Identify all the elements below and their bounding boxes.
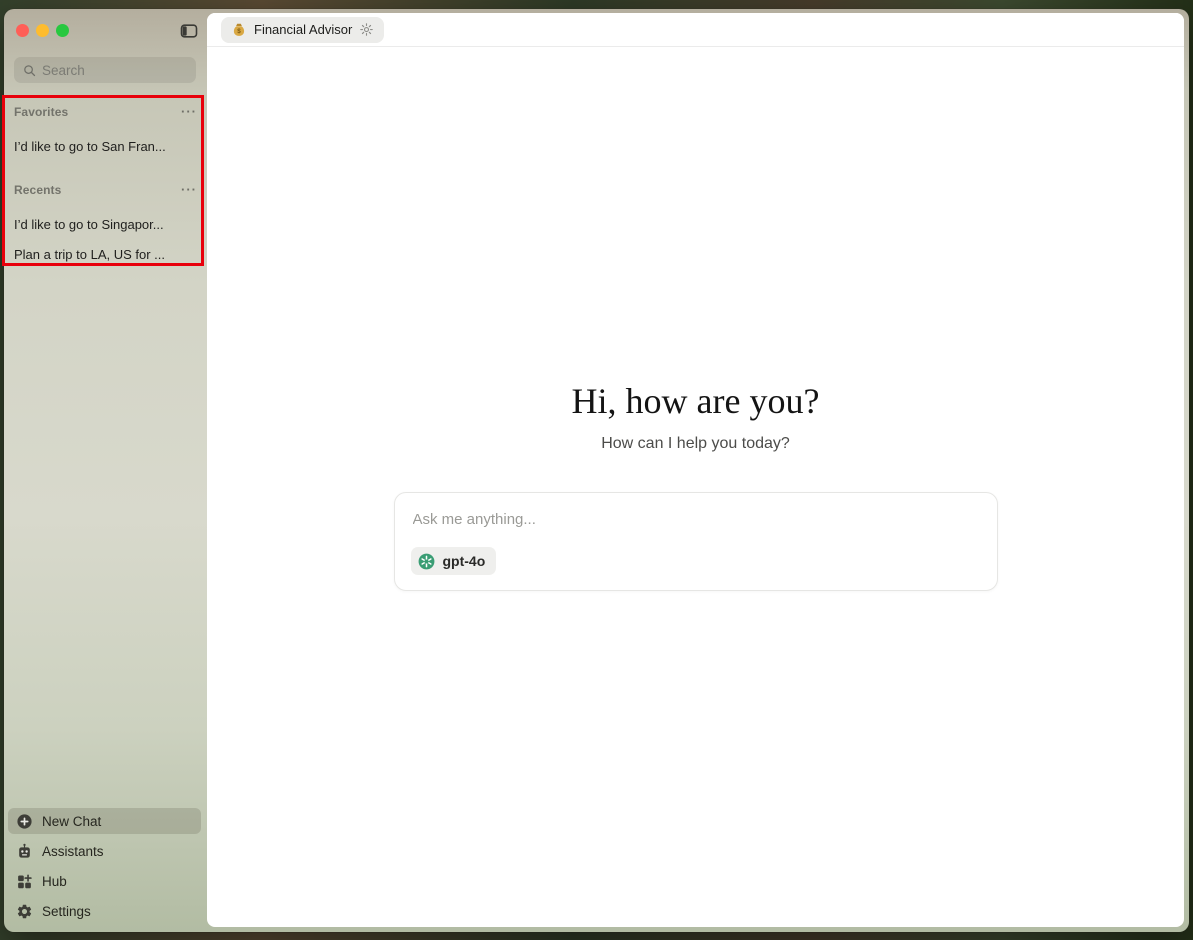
hub-button[interactable]: Hub	[8, 868, 201, 894]
money-bag-icon: $	[231, 22, 247, 38]
openai-icon	[417, 552, 436, 571]
conversation-item[interactable]: I’d like to go to San Fran...	[10, 135, 200, 157]
favorites-menu-button[interactable]: ···	[179, 105, 199, 119]
recents-section-header: Recents ···	[14, 182, 199, 198]
favorites-label: Favorites	[14, 105, 68, 119]
sidebar: Favorites ··· I’d like to go to San Fran…	[4, 9, 207, 932]
assistant-settings-button[interactable]	[359, 22, 374, 37]
sidebar-toggle-button[interactable]	[179, 21, 199, 41]
gear-icon	[16, 903, 33, 920]
favorites-section-header: Favorites ···	[14, 104, 199, 120]
hero-subtitle: How can I help you today?	[207, 435, 1184, 453]
close-button[interactable]	[16, 24, 29, 37]
model-label: gpt-4o	[443, 553, 486, 569]
desktop: { "window": { "controls": [ { "name": "c…	[0, 0, 1193, 940]
minimize-button[interactable]	[36, 24, 49, 37]
nav-label: Assistants	[42, 844, 104, 859]
zoom-button[interactable]	[56, 24, 69, 37]
robot-icon	[16, 843, 33, 860]
sidebar-toggle-icon	[179, 29, 199, 44]
search-field[interactable]	[14, 57, 196, 83]
message-composer: gpt-4o	[394, 492, 998, 591]
hero-title: Hi, how are you?	[207, 379, 1184, 423]
tab-financial-advisor[interactable]: $ Financial Advisor	[221, 17, 384, 43]
grid-plus-icon	[16, 873, 33, 890]
gear-icon	[359, 22, 374, 37]
settings-button[interactable]: Settings	[8, 898, 201, 924]
svg-text:$: $	[237, 27, 241, 34]
nav-label: New Chat	[42, 814, 101, 829]
window-controls	[16, 24, 69, 37]
welcome-hero: Hi, how are you? How can I help you toda…	[207, 379, 1184, 453]
search-input[interactable]	[42, 63, 188, 78]
app-window: Favorites ··· I’d like to go to San Fran…	[4, 9, 1189, 932]
recents-label: Recents	[14, 183, 61, 197]
nav-label: Settings	[42, 904, 91, 919]
recents-menu-button[interactable]: ···	[179, 183, 199, 197]
model-selector[interactable]: gpt-4o	[411, 547, 497, 575]
conversation-item[interactable]: I’d like to go to Singapor...	[10, 213, 200, 235]
assistants-button[interactable]: Assistants	[8, 838, 201, 864]
nav-label: Hub	[42, 874, 67, 889]
search-icon	[22, 63, 37, 78]
tab-bar: $ Financial Advisor	[207, 13, 1184, 47]
new-chat-button[interactable]: New Chat	[8, 808, 201, 834]
plus-circle-icon	[16, 813, 33, 830]
main-content: $ Financial Advisor	[207, 13, 1184, 927]
conversation-item[interactable]: Plan a trip to LA, US for ...	[10, 243, 200, 265]
message-input[interactable]	[413, 511, 979, 545]
tab-label: Financial Advisor	[254, 22, 352, 37]
